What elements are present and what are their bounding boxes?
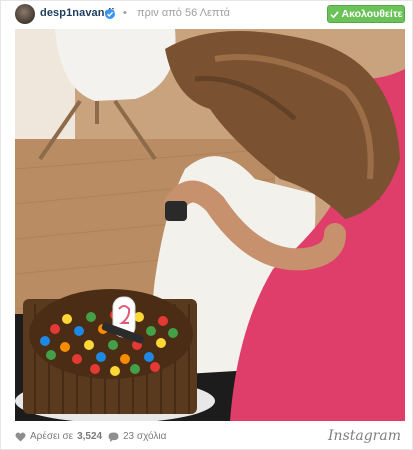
post-footer: Αρέσει σε 3,524 23 σχόλια Instagram [1, 423, 413, 450]
instagram-logo[interactable]: Instagram [328, 428, 401, 444]
likes-prefix: Αρέσει σε [30, 431, 74, 442]
following-button[interactable]: Ακολουθείτε [327, 5, 405, 23]
comments-count[interactable]: 23 σχόλια [108, 431, 166, 442]
photo-illustration [15, 29, 405, 421]
comment-bubble-icon [108, 431, 119, 442]
likes-count[interactable]: Αρέσει σε 3,524 [15, 431, 102, 442]
heart-icon [15, 432, 26, 442]
username-link[interactable]: desp1navandi [40, 7, 115, 19]
user-avatar[interactable] [15, 4, 35, 24]
instagram-embed-card: desp1navandi • πριν από 56 Λεπτά Ακολουθ… [0, 0, 413, 450]
post-timestamp[interactable]: πριν από 56 Λεπτά [137, 7, 230, 19]
post-photo[interactable] [15, 29, 405, 421]
post-header: desp1navandi • πριν από 56 Λεπτά Ακολουθ… [1, 1, 413, 27]
verified-badge-icon [105, 9, 115, 19]
check-icon [329, 10, 339, 18]
separator-dot: • [123, 7, 127, 19]
likes-number: 3,524 [77, 431, 103, 442]
following-button-label: Ακολουθείτε [341, 8, 403, 20]
comments-label: 23 σχόλια [123, 431, 167, 442]
